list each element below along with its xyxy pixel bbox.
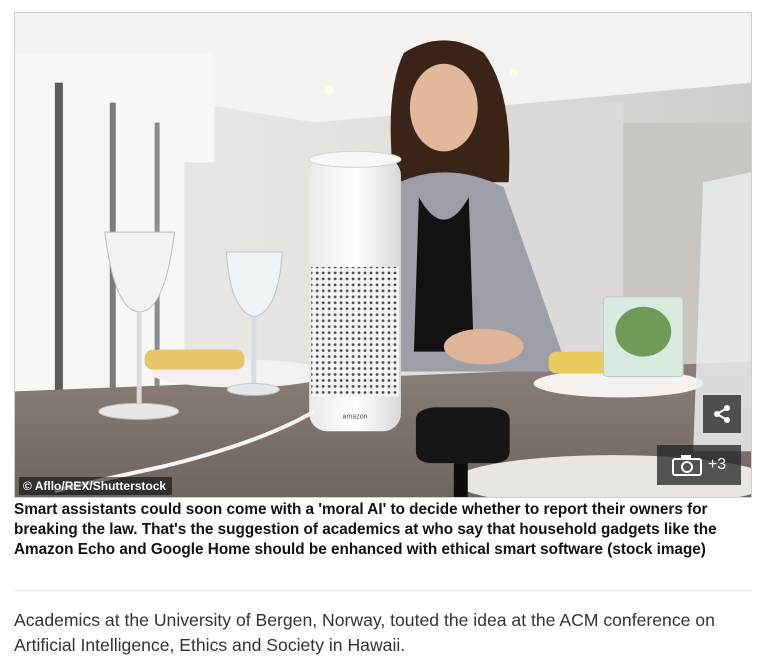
photo-credit: © Afllo/REX/Shutterstock — [19, 477, 173, 495]
device-brand-label: amazon — [343, 413, 368, 420]
gallery-count: +3 — [707, 456, 727, 473]
divider — [14, 590, 752, 591]
article-photo[interactable]: amazon © Afllo/REX/Shutterstock +3 — [14, 12, 752, 498]
photo-caption: Smart assistants could soon come with a … — [14, 501, 717, 558]
camera-icon — [671, 455, 702, 476]
article-paragraph: Academics at the University of Bergen, N… — [14, 610, 715, 655]
share-icon — [714, 405, 730, 423]
share-button[interactable] — [703, 395, 741, 433]
photo-image: amazon — [15, 13, 751, 497]
gallery-button[interactable]: +3 — [657, 445, 741, 485]
